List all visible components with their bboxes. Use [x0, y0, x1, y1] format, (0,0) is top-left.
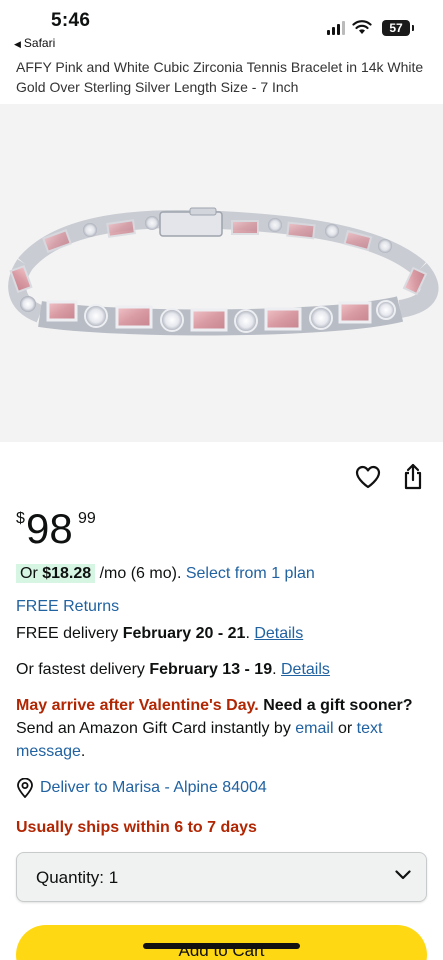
- gift-end: .: [80, 743, 86, 760]
- availability-status: Usually ships within 6 to 7 days: [16, 819, 257, 836]
- deliver-to-label: Deliver to Marisa - Alpine 84004: [40, 779, 267, 796]
- back-triangle-icon: ◀: [14, 39, 21, 49]
- valentine-warning: May arrive after Valentine's Day.: [16, 697, 259, 714]
- gift-email-link[interactable]: email: [295, 720, 333, 737]
- chevron-down-icon: [395, 870, 411, 880]
- free-returns-link[interactable]: FREE Returns: [16, 596, 119, 618]
- fastest-dates: February 13 - 19: [149, 661, 273, 678]
- quantity-label-text: Quantity:: [36, 868, 105, 887]
- delivery-prefix: FREE delivery: [16, 625, 123, 642]
- installment-amount-highlight: Or $18.28: [16, 564, 96, 583]
- delivery-dates: February 20 - 21: [122, 625, 246, 642]
- status-bar: 5:46 ◀ Safari 57: [0, 0, 443, 54]
- delivery-details-link[interactable]: Details: [254, 625, 303, 642]
- free-delivery-info: FREE delivery February 20 - 21. Details: [16, 623, 303, 645]
- price-whole: 98: [26, 505, 73, 552]
- wifi-icon: [352, 20, 372, 34]
- home-indicator: [143, 943, 300, 949]
- delivery-sep: .: [245, 625, 255, 642]
- location-pin-icon: [17, 778, 33, 798]
- fastest-sep: .: [272, 661, 281, 678]
- battery-icon: 57: [382, 20, 414, 36]
- tennis-bracelet-image: [8, 207, 439, 336]
- price-currency: $: [16, 510, 25, 527]
- select-plan-link[interactable]: Select from 1 plan: [186, 565, 315, 582]
- gift-text: Send an Amazon Gift Card instantly by: [16, 720, 296, 737]
- gift-or: or: [333, 720, 357, 737]
- cellular-signal-icon: [327, 21, 347, 35]
- heart-icon[interactable]: [355, 464, 381, 490]
- product-image[interactable]: [0, 104, 443, 442]
- product-title: AFFY Pink and White Cubic Zirconia Tenni…: [16, 59, 424, 95]
- back-to-app-button[interactable]: ◀ Safari: [14, 36, 55, 50]
- fastest-details-link[interactable]: Details: [281, 661, 330, 678]
- installment-term: /mo (6 mo).: [95, 565, 186, 582]
- battery-level: 57: [389, 21, 403, 35]
- quantity-dropdown[interactable]: Quantity: 1: [16, 852, 427, 902]
- gift-sooner: Need a gift sooner?: [258, 697, 413, 714]
- fastest-delivery-info: Or fastest delivery February 13 - 19. De…: [16, 659, 330, 681]
- back-app-label: Safari: [23, 36, 56, 50]
- gift-notice: May arrive after Valentine's Day. Need a…: [16, 694, 426, 763]
- installment-prefix: Or: [20, 565, 43, 582]
- installment-plan: Or $18.28 /mo (6 mo). Select from 1 plan: [16, 563, 315, 585]
- status-time: 5:46: [51, 10, 91, 31]
- fastest-prefix: Or fastest delivery: [16, 661, 150, 678]
- quantity-value: 1: [108, 868, 119, 887]
- price-fraction: 99: [78, 510, 96, 527]
- quantity-label: Quantity: 1: [36, 868, 118, 888]
- installment-amount: $18.28: [42, 565, 92, 582]
- share-icon[interactable]: [401, 462, 425, 490]
